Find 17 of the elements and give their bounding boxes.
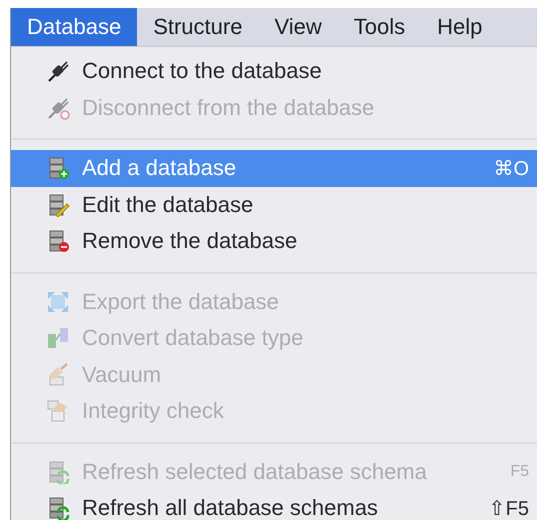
plug-icon bbox=[46, 59, 70, 84]
menu-item[interactable]: Remove the database bbox=[11, 223, 537, 260]
export-icon bbox=[46, 290, 70, 314]
menu-title[interactable]: Database bbox=[11, 8, 138, 46]
unplug-icon bbox=[46, 96, 70, 120]
shortcut-label: ⇧F5 bbox=[488, 496, 529, 520]
convert-icon bbox=[46, 326, 70, 350]
menu-item[interactable]: Connect to the database bbox=[11, 53, 537, 90]
menu-item[interactable]: Edit the database bbox=[11, 186, 537, 223]
menu-title[interactable]: Help bbox=[421, 8, 498, 46]
integrity-icon bbox=[46, 399, 70, 424]
shortcut-label: F5 bbox=[510, 462, 529, 481]
menu-title[interactable]: Structure bbox=[137, 8, 258, 46]
shortcut-label: ⌘O bbox=[493, 156, 529, 181]
menu-title[interactable]: Tools bbox=[338, 8, 422, 46]
menu-title[interactable]: View bbox=[258, 8, 338, 46]
menu-item[interactable]: Refresh all database schemas ⇧F5 bbox=[11, 490, 537, 520]
